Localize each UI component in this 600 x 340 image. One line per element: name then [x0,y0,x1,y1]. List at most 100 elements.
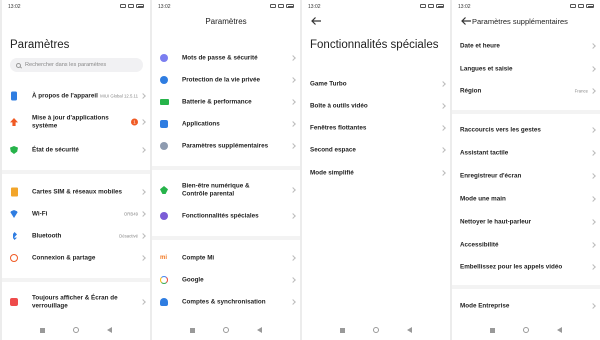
chevron-right-icon [590,242,596,248]
chevron-right-icon [590,219,596,225]
settings-item-security-status[interactable]: État de sécurité [2,142,150,158]
settings-item-applications[interactable]: Applications [152,116,300,132]
settings-item-privacy[interactable]: Protection de la vie privée [152,72,300,88]
settings-item-passwords[interactable]: Mots de passe & sécurité [152,50,300,66]
item-label: Paramètres supplémentaires [182,142,269,150]
privacy-icon [160,76,168,84]
item-label: Assistant tactile [460,149,509,157]
item-label: Région [460,87,482,95]
settings-item-mi-account[interactable]: mi Compte Mi [152,250,300,266]
item-label: Langues et saisie [460,65,513,73]
setting-one-handed-mode[interactable]: Mode une main [452,191,600,207]
home-button[interactable] [373,327,379,333]
page-title: Paramètres [10,39,70,51]
recents-button[interactable] [490,327,495,333]
feature-item-video-toolbox[interactable]: Boîte à outils vidéo [302,98,450,114]
status-icons [270,4,294,8]
setting-accessibility[interactable]: Accessibilité [452,237,600,253]
setting-screen-recorder[interactable]: Enregistreur d'écran [452,168,600,184]
status-time: 13:02 [8,4,21,10]
screen-settings-main: 13:02 Paramètres Rechercher dans les par… [2,0,150,340]
setting-gesture-shortcuts[interactable]: Raccourcis vers les gestes [452,122,600,138]
signal-icon [570,4,576,8]
signal-icon [120,4,126,8]
setting-video-call-beautify[interactable]: Embellissez pour les appels vidéo [452,259,600,275]
feature-item-floating-windows[interactable]: Fenêtres flottantes [302,120,450,136]
network-icon [128,4,134,8]
settings-item-special-features[interactable]: Fonctionnalités spéciales [152,208,300,224]
settings-item-battery[interactable]: Batterie & performance [152,94,300,110]
feature-item-simple-mode[interactable]: Mode simplifié [302,165,450,181]
settings-item-wifi[interactable]: Wi-Fi ORB49 [2,206,150,222]
chevron-right-icon [290,255,296,261]
settings-item-accounts-sync[interactable]: Comptes & synchronisation [152,294,300,310]
item-label: Mise à jour d'applications système [32,114,109,130]
chevron-right-icon [590,303,596,309]
back-button[interactable] [107,327,112,333]
page-title: Fonctionnalités spéciales [310,39,439,51]
page-title: Paramètres [205,17,247,26]
item-value: ORB49 [123,211,138,217]
home-button[interactable] [223,327,229,333]
recents-button[interactable] [340,327,345,333]
home-button[interactable] [73,327,79,333]
setting-enterprise-mode[interactable]: Mode Entreprise [452,298,600,314]
chevron-right-icon [590,66,596,72]
status-time: 13:02 [158,4,171,10]
settings-item-additional-settings[interactable]: Paramètres supplémentaires [152,138,300,154]
back-button[interactable] [257,327,262,333]
recents-button[interactable] [190,327,195,333]
chevron-right-icon [290,143,296,149]
back-arrow-icon[interactable] [460,16,472,26]
chevron-right-icon [290,99,296,105]
settings-item-connection-sharing[interactable]: Connexion & partage [2,250,150,266]
screenshot-strip: 13:02 Paramètres Rechercher dans les par… [0,0,600,340]
battery-status-icon [436,4,444,8]
recents-button[interactable] [40,327,45,333]
setting-date-time[interactable]: Date et heure [452,38,600,54]
settings-item-lock-screen[interactable]: Toujours afficher & Écran de verrouillag… [2,292,150,312]
navigation-bar [302,325,450,335]
setting-languages-input[interactable]: Langues et saisie [452,61,600,77]
settings-item-google[interactable]: Google [152,272,300,288]
feature-item-game-turbo[interactable]: Game Turbo [302,76,450,92]
settings-item-bluetooth[interactable]: Bluetooth Désactivé [2,228,150,244]
item-label: Fonctionnalités spéciales [182,212,259,220]
settings-item-about[interactable]: À propos de l'appareil MIUI Global 12.5.… [2,86,150,106]
password-icon [160,54,168,62]
home-button[interactable] [523,327,529,333]
chevron-right-icon [140,147,146,153]
item-label: Second espace [310,146,356,154]
back-arrow-icon[interactable] [310,16,322,26]
update-badge: 1 [131,118,138,126]
back-button[interactable] [407,327,412,333]
chevron-right-icon [140,255,146,261]
item-label: Connexion & partage [32,254,96,262]
apps-icon [160,120,168,128]
setting-clean-speaker[interactable]: Nettoyer le haut-parleur [452,214,600,230]
setting-quick-ball[interactable]: Assistant tactile [452,145,600,161]
item-value: MIUI Global 12.5.11 [100,93,138,99]
settings-item-wellbeing[interactable]: Bien-être numérique & Contrôle parental [152,180,300,200]
item-label: Raccourcis vers les gestes [460,126,541,134]
item-label: Batterie & performance [182,98,252,106]
back-button[interactable] [557,327,562,333]
feature-item-second-space[interactable]: Second espace [302,142,450,158]
setting-region[interactable]: Région France [452,83,600,99]
status-icons [570,4,594,8]
item-label: Google [182,276,204,284]
settings-item-sim[interactable]: Cartes SIM & réseaux mobiles [2,184,150,200]
item-label: Wi-Fi [32,210,48,218]
item-label: Mode une main [460,195,506,203]
search-input[interactable]: Rechercher dans les paramètres [10,58,143,72]
mi-icon: mi [160,255,168,261]
item-label: Compte Mi [182,254,215,262]
item-label: Accessibilité [460,241,499,249]
item-label: Cartes SIM & réseaux mobiles [32,188,122,196]
chevron-right-icon [440,147,446,153]
wellbeing-icon [160,186,168,194]
settings-item-system-update[interactable]: Mise à jour d'applications système 1 [2,112,150,132]
navigation-bar [452,325,600,335]
chevron-right-icon [590,264,596,270]
item-label: Embellissez pour les appels vidéo [460,263,563,271]
